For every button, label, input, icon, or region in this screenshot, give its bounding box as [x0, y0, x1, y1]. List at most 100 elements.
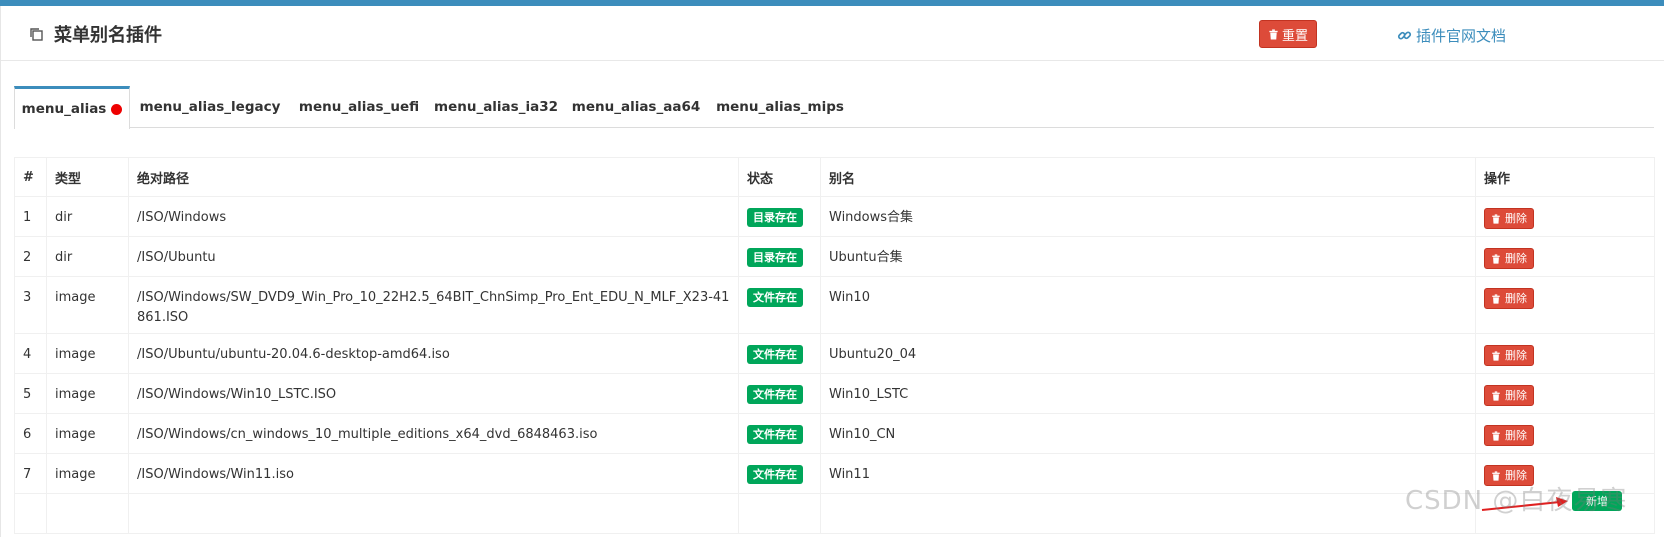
reset-button[interactable]: 重置	[1259, 20, 1317, 48]
trash-icon	[1492, 213, 1500, 224]
add-button[interactable]: 新增	[1572, 491, 1622, 511]
table-row-add	[14, 493, 1655, 534]
trash-icon	[1492, 470, 1500, 481]
alias-table: # 类型 绝对路径 状态 别名 操作 1 dir /ISO/Windows 目录…	[14, 157, 1655, 534]
row-status-cell: 目录存在	[738, 196, 821, 237]
tab-label: menu_alias_mips	[716, 99, 844, 115]
row-index: 5	[14, 373, 47, 414]
table-row: 4 image /ISO/Ubuntu/ubuntu-20.04.6-deskt…	[14, 333, 1655, 374]
row-alias: Win10_LSTC	[820, 373, 1476, 414]
row-type: dir	[46, 196, 129, 237]
status-badge: 文件存在	[747, 465, 803, 484]
delete-button[interactable]: 删除	[1484, 208, 1534, 229]
delete-label: 删除	[1505, 468, 1527, 482]
row-type: image	[46, 333, 129, 374]
trash-icon	[1492, 390, 1500, 401]
row-alias: Ubuntu20_04	[820, 333, 1476, 374]
tab-label: menu_alias_aa64	[571, 99, 701, 115]
table-row: 3 image /ISO/Windows/SW_DVD9_Win_Pro_10_…	[14, 276, 1655, 334]
row-index: 6	[14, 413, 47, 454]
tab-menu-alias-uefi[interactable]: menu_alias_uefi	[294, 86, 424, 128]
table-row: 1 dir /ISO/Windows 目录存在 Windows合集 删除	[14, 196, 1655, 237]
row-status-cell: 文件存在	[738, 373, 821, 414]
tab-label: menu_alias_uefi	[298, 99, 420, 115]
tab-menu-alias[interactable]: menu_alias	[14, 86, 130, 129]
table-header-row: # 类型 绝对路径 状态 别名 操作	[14, 157, 1655, 197]
row-path: /ISO/Ubuntu/ubuntu-20.04.6-desktop-amd64…	[128, 333, 739, 374]
trash-icon	[1492, 253, 1500, 264]
status-dot	[111, 103, 123, 115]
reset-button-label: 重置	[1281, 28, 1308, 44]
row-action-cell: 删除	[1475, 413, 1655, 454]
row-alias: Win10	[820, 276, 1476, 334]
row-type: dir	[46, 236, 129, 277]
row-index: 4	[14, 333, 47, 374]
column-header-action: 操作	[1475, 157, 1655, 197]
table-row: 6 image /ISO/Windows/cn_windows_10_multi…	[14, 413, 1655, 454]
empty-cell	[46, 493, 129, 534]
status-badge: 目录存在	[747, 248, 803, 267]
row-type: image	[46, 373, 129, 414]
column-header-status: 状态	[738, 157, 821, 197]
delete-button[interactable]: 删除	[1484, 288, 1534, 309]
delete-button[interactable]: 删除	[1484, 385, 1534, 406]
tab-menu-alias-legacy[interactable]: menu_alias_legacy	[138, 86, 282, 128]
row-index: 3	[14, 276, 47, 334]
tab-label: menu_alias	[21, 101, 107, 117]
delete-label: 删除	[1505, 348, 1527, 362]
tab-bar: menu_alias menu_alias_legacy menu_alias_…	[14, 86, 1654, 129]
delete-label: 删除	[1505, 428, 1527, 442]
row-index: 2	[14, 236, 47, 277]
row-status-cell: 文件存在	[738, 413, 821, 454]
box-header: 菜单别名插件 重置 插件官网文档	[1, 6, 1664, 61]
row-path: /ISO/Windows/SW_DVD9_Win_Pro_10_22H2.5_6…	[128, 276, 739, 334]
row-path: /ISO/Ubuntu	[128, 236, 739, 277]
row-alias: Win10_CN	[820, 413, 1476, 454]
copy-icon	[28, 26, 44, 42]
page-title-text: 菜单别名插件	[54, 25, 162, 46]
status-badge: 文件存在	[747, 288, 803, 307]
table-row: 2 dir /ISO/Ubuntu 目录存在 Ubuntu合集 删除	[14, 236, 1655, 277]
row-type: image	[46, 413, 129, 454]
column-header-index: #	[14, 157, 47, 197]
doc-link[interactable]: 插件官网文档	[1397, 25, 1506, 45]
delete-label: 删除	[1505, 388, 1527, 402]
delete-button[interactable]: 删除	[1484, 345, 1534, 366]
trash-icon	[1269, 28, 1278, 40]
empty-cell	[738, 493, 821, 534]
row-action-cell: 删除	[1475, 276, 1655, 334]
tab-label: menu_alias_ia32	[434, 99, 558, 115]
tab-label: menu_alias_legacy	[139, 99, 281, 115]
delete-button[interactable]: 删除	[1484, 248, 1534, 269]
row-path: /ISO/Windows/cn_windows_10_multiple_edit…	[128, 413, 739, 454]
row-action-cell: 删除	[1475, 453, 1655, 494]
row-action-cell: 删除	[1475, 333, 1655, 374]
row-path: /ISO/Windows	[128, 196, 739, 237]
trash-icon	[1492, 430, 1500, 441]
column-header-alias: 别名	[820, 157, 1476, 197]
row-path: /ISO/Windows/Win11.iso	[128, 453, 739, 494]
tab-menu-alias-mips[interactable]: menu_alias_mips	[714, 86, 846, 128]
row-alias: Ubuntu合集	[820, 236, 1476, 277]
row-action-cell: 删除	[1475, 196, 1655, 237]
tab-menu-alias-aa64[interactable]: menu_alias_aa64	[570, 86, 702, 128]
status-badge: 文件存在	[747, 385, 803, 404]
row-status-cell: 文件存在	[738, 453, 821, 494]
row-alias: Windows合集	[820, 196, 1476, 237]
trash-icon	[1492, 293, 1500, 304]
row-index: 1	[14, 196, 47, 237]
column-header-path: 绝对路径	[128, 157, 739, 197]
row-action-cell: 删除	[1475, 236, 1655, 277]
row-type: image	[46, 453, 129, 494]
empty-cell	[820, 493, 1476, 534]
delete-label: 删除	[1505, 211, 1527, 225]
page-title: 菜单别名插件	[28, 23, 162, 46]
doc-link-label: 插件官网文档	[1416, 26, 1507, 45]
trash-icon	[1492, 350, 1500, 361]
column-header-type: 类型	[46, 157, 129, 197]
tab-menu-alias-ia32[interactable]: menu_alias_ia32	[432, 86, 560, 128]
status-badge: 文件存在	[747, 425, 803, 444]
row-path: /ISO/Windows/Win10_LSTC.ISO	[128, 373, 739, 414]
delete-button[interactable]: 删除	[1484, 425, 1534, 446]
delete-button[interactable]: 删除	[1484, 465, 1534, 486]
